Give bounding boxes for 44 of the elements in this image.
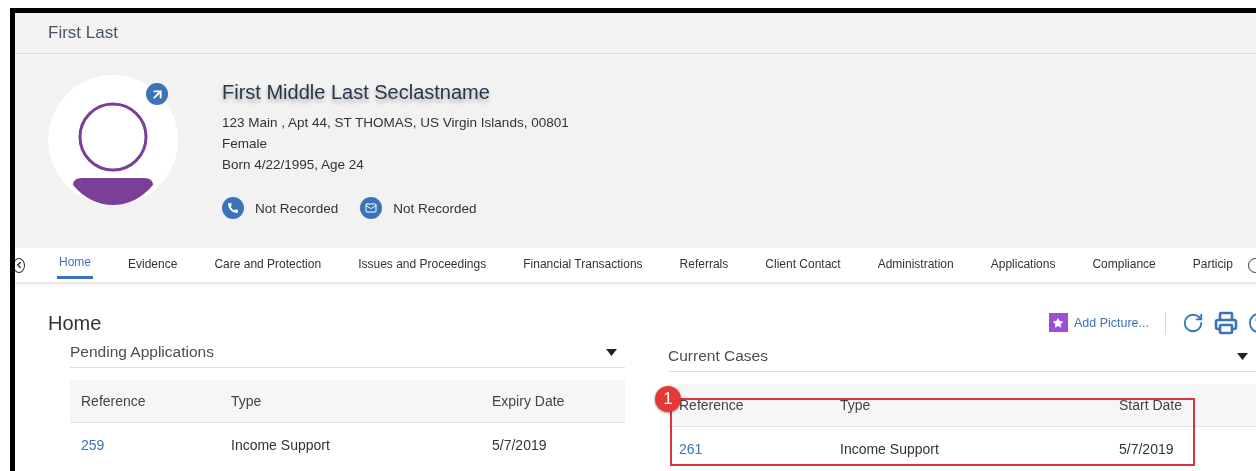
phone-icon [222,197,244,219]
caret-icon[interactable] [1237,352,1248,360]
page-title: Home [48,312,103,335]
window-title: First Last [48,23,118,43]
column-header: Expiry Date [481,380,625,423]
tab[interactable]: Particip [1190,248,1235,282]
tab[interactable]: Referrals [677,248,731,282]
tab[interactable]: Compliance [1090,248,1158,282]
column-header: Type [220,380,481,423]
tab[interactable]: Applications [988,248,1058,282]
address-text: 123 Main , Apt 44, ST THOMAS, US Virgin Islands, 00801 [222,114,569,132]
refresh-icon[interactable] [1182,311,1204,334]
birth-text: Born 4/22/1995, Age 24 [222,156,365,174]
mail-icon [360,197,383,219]
print-icon[interactable] [1214,310,1238,335]
contact-text: Not Recorded [393,199,477,218]
column-header: Start Date [1108,384,1256,427]
tab[interactable]: Financial Transactions [521,248,645,282]
panel-title: Pending Applications [70,343,214,361]
table-cell: Income Support [220,422,481,467]
reference-link[interactable]: 261 [679,441,703,457]
caret-icon[interactable] [606,348,617,356]
edit-icon[interactable] [146,83,168,105]
table-cell: 5/7/2019 [481,422,625,467]
tab[interactable]: Issues and Proceedings [356,248,489,282]
column-header: Reference [70,380,220,423]
reference-link[interactable]: 259 [81,437,105,453]
step-marker: 1 [655,386,681,412]
contact-text: Not Recorded [255,199,339,218]
add-picture-button[interactable]: Add Picture... [1048,313,1149,332]
gender-text: Female [222,135,268,153]
table-cell: Income Support [829,426,1108,471]
person-name: First Middle Last Seclastname [222,81,491,104]
avatar-icon [48,75,178,205]
scroll-left-button[interactable] [15,257,25,273]
chevron-left-icon [15,260,24,270]
tab[interactable]: Administration [875,248,956,282]
column-header: Type [829,384,1108,427]
table-cell: 5/7/2019 [1108,426,1256,471]
tab[interactable]: Evidence [126,248,180,282]
tab[interactable]: Care and Protection [212,248,324,282]
panel-title: Current Cases [668,347,768,365]
tab[interactable]: Client Contact [763,248,843,282]
tab[interactable]: Home [57,248,93,279]
